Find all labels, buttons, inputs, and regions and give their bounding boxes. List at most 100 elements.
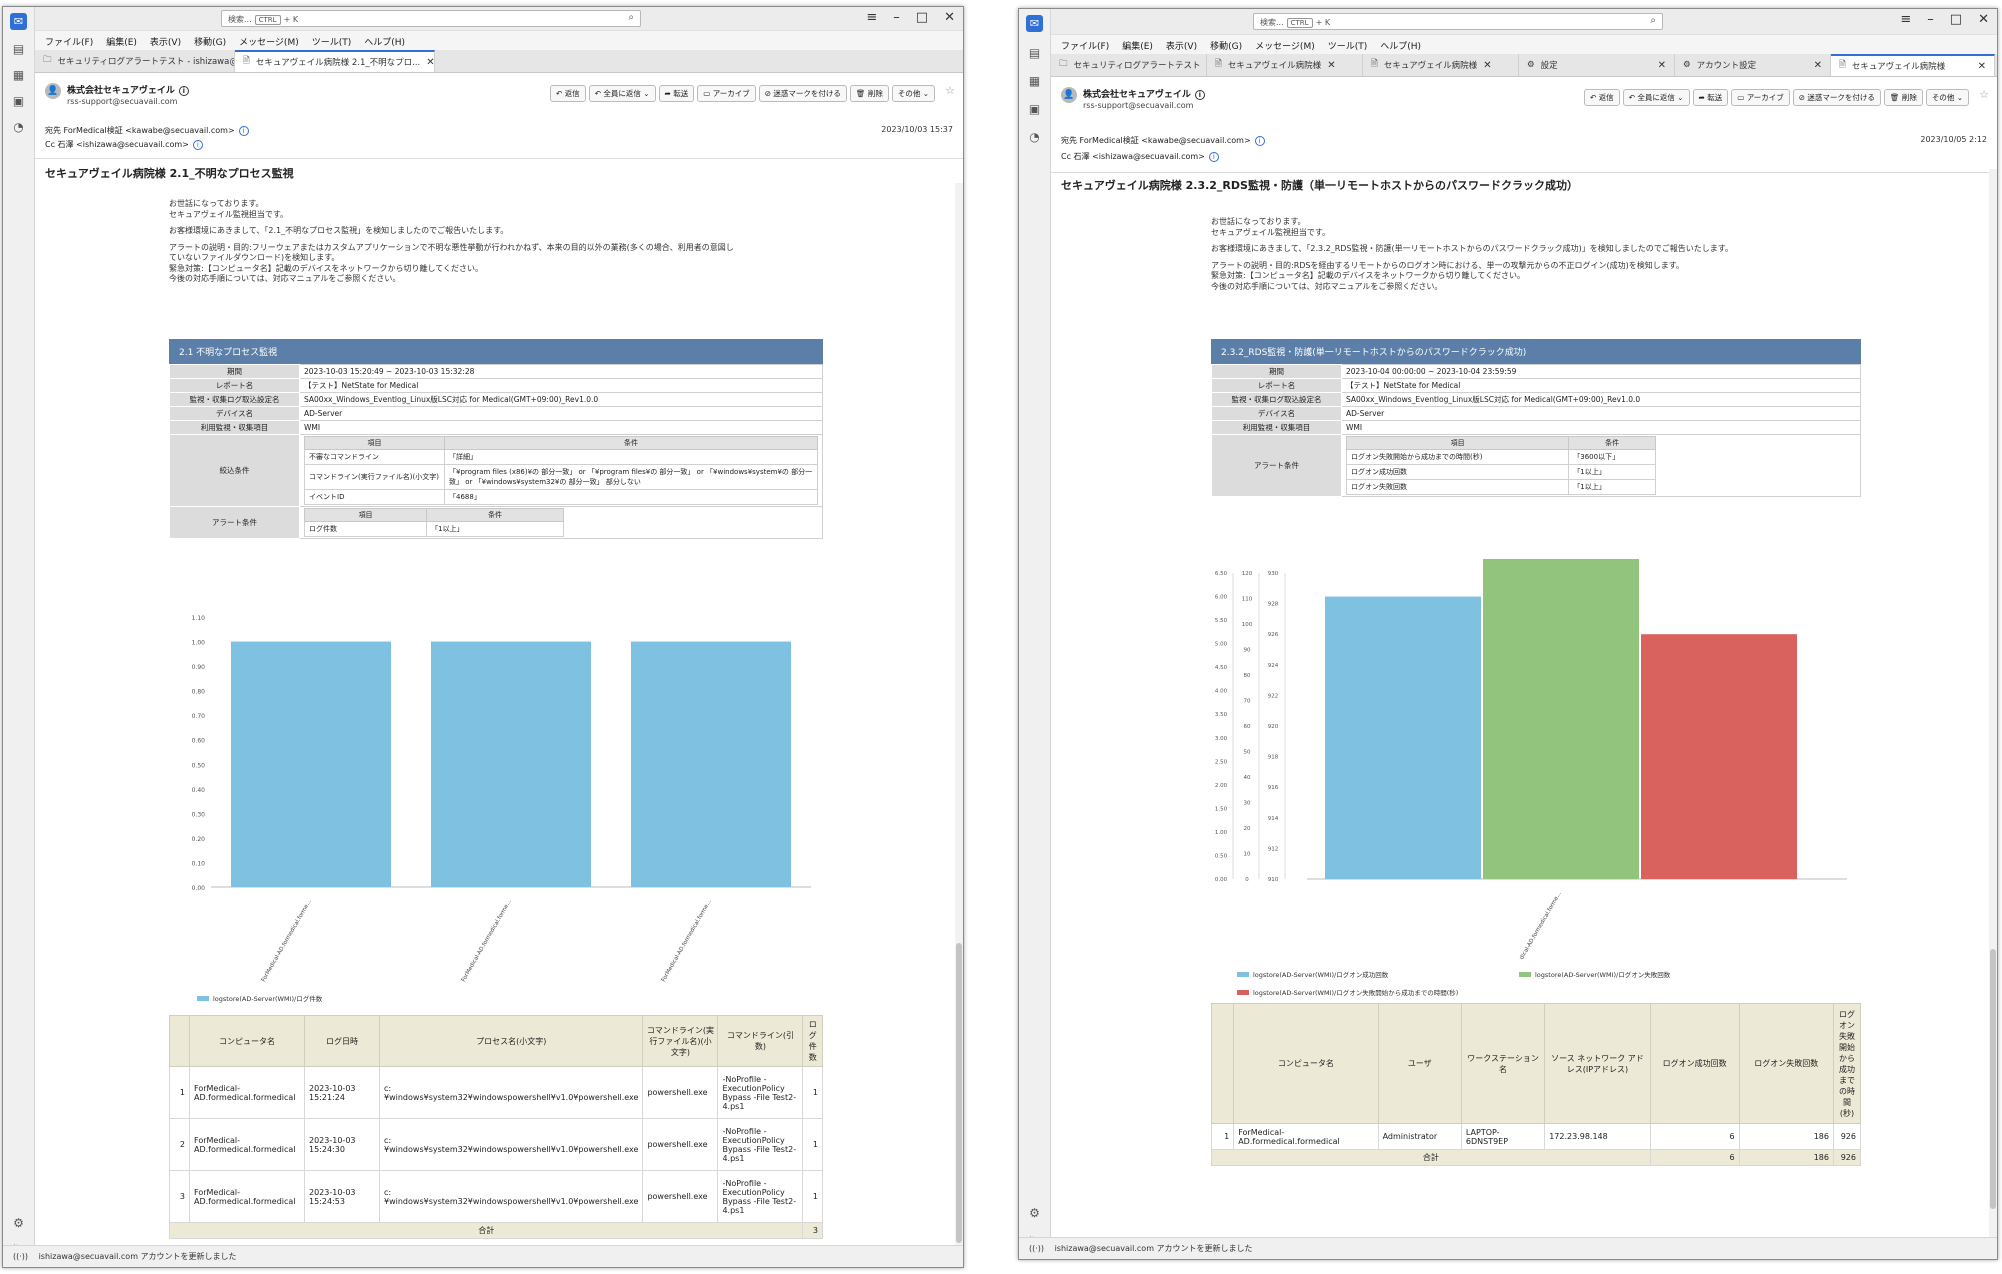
report-key: 期間 — [1211, 364, 1342, 379]
column-header: ログオン失敗回数 — [1738, 1003, 1834, 1124]
sender: 👤 株式会社セキュアヴェイル i rss-support@secuavail.co… — [45, 83, 189, 106]
report-value: WMI — [299, 420, 823, 435]
archive-button[interactable]: ▭ アーカイブ — [1731, 89, 1790, 106]
menu-message[interactable]: メッセージ(M) — [239, 35, 299, 48]
tab-hospital-2[interactable]: 🗎 セキュアヴェイル病院様 ✕ — [1363, 54, 1519, 76]
sender-name[interactable]: 株式会社セキュアヴェイル i — [1083, 87, 1205, 100]
minimize-icon[interactable]: – — [893, 10, 900, 25]
search-input[interactable]: 検索... CTRL + K ⌕ — [1253, 13, 1663, 30]
sender-name[interactable]: 株式会社セキュアヴェイル i — [67, 83, 189, 96]
more-button[interactable]: その他 ⌄ — [1925, 89, 1969, 106]
close-icon[interactable]: ✕ — [1978, 12, 1989, 27]
junk-button[interactable]: ⊘ 迷惑マークを付ける — [1792, 89, 1881, 106]
archive-button[interactable]: ▭ アーカイブ — [697, 85, 756, 102]
menu-edit[interactable]: 編集(E) — [1122, 39, 1153, 52]
calendar-icon[interactable]: ▦ — [10, 67, 27, 84]
info-icon[interactable]: i — [192, 140, 203, 150]
scrollbar[interactable] — [1989, 169, 1997, 1237]
search-icon: ⌕ — [628, 12, 634, 23]
tab-close-icon[interactable]: ✕ — [426, 57, 434, 68]
junk-button[interactable]: ⊘ 迷惑マークを付ける — [758, 85, 847, 102]
body-line: アラートの説明・目的:フリーウェアまたはカスタムアプリケーションで不明な悪性挙動… — [169, 242, 734, 252]
tab-account-settings[interactable]: ⚙ アカウント設定 ✕ — [1675, 54, 1831, 76]
tab-security-log[interactable]: 🗀 セキュリティログアラートテスト — [1051, 54, 1207, 76]
tab-close-icon[interactable]: ✕ — [1978, 61, 1986, 72]
menu-tools[interactable]: ツール(T) — [1328, 39, 1368, 52]
menu-icon[interactable]: ≡ — [1900, 12, 1911, 27]
y-tick-label: 3.50 — [1215, 712, 1228, 718]
condition-item: イベントID — [304, 489, 445, 505]
delete-button[interactable]: 🗑 削除 — [1883, 89, 1923, 106]
condition-value: 「3600以下」 — [1568, 449, 1656, 465]
menu-help[interactable]: ヘルプ(H) — [1380, 39, 1421, 52]
menu-view[interactable]: 表示(V) — [150, 35, 181, 48]
menu-message[interactable]: メッセージ(M) — [1255, 39, 1315, 52]
tasks-icon[interactable]: ▣ — [10, 93, 27, 110]
menu-tools[interactable]: ツール(T) — [312, 35, 352, 48]
reply-all-button[interactable]: ↶ 全員に返信 ⌄ — [1622, 89, 1690, 106]
scrollbar-thumb[interactable] — [956, 943, 962, 1243]
tab-security-log[interactable]: 🗀 セキュリティログアラートテスト - ishizawa@... — [35, 50, 235, 72]
menu-file[interactable]: ファイル(F) — [45, 35, 93, 48]
menu-edit[interactable]: 編集(E) — [106, 35, 137, 48]
search-input[interactable]: 検索... CTRL + K ⌕ — [221, 10, 641, 27]
tab-hospital-2-1[interactable]: 🗎 セキュアヴェイル病院様 2.1_不明なプロ... ✕ — [235, 50, 435, 72]
address-book-icon[interactable]: ▤ — [10, 41, 27, 58]
message-date: 2023/10/05 2:12 — [1920, 135, 1987, 144]
settings-gear-icon[interactable]: ⚙ — [1026, 1205, 1043, 1222]
info-icon[interactable]: i — [178, 86, 189, 96]
chat-icon[interactable]: ◔ — [1026, 129, 1043, 146]
y-tick-label: 918 — [1268, 755, 1279, 761]
side-rail: ✉ ▤ ▦ ▣ ◔ ⚙ ⇤ — [3, 7, 35, 1254]
y-tick-label: 0 — [1245, 877, 1249, 883]
tab-close-icon[interactable]: ✕ — [1658, 60, 1666, 71]
settings-gear-icon[interactable]: ⚙ — [10, 1215, 27, 1232]
menu-go[interactable]: 移動(G) — [194, 35, 226, 48]
info-icon[interactable]: i — [1254, 136, 1265, 146]
menu-go[interactable]: 移動(G) — [1210, 39, 1242, 52]
tab-hospital-active[interactable]: 🗎 セキュアヴェイル病院様 ✕ — [1831, 54, 1995, 76]
menu-file[interactable]: ファイル(F) — [1061, 39, 1109, 52]
forward-button[interactable]: ➦ 転送 — [1692, 89, 1729, 106]
mail-app-icon[interactable]: ✉ — [10, 13, 27, 30]
chat-icon[interactable]: ◔ — [10, 119, 27, 136]
menu-view[interactable]: 表示(V) — [1166, 39, 1197, 52]
forward-button[interactable]: ➦ 転送 — [658, 85, 695, 102]
table-cell: 926 — [1832, 1123, 1862, 1150]
y-tick-label: 4.50 — [1215, 665, 1228, 671]
mail-window-right: ✉ ▤ ▦ ▣ ◔ ⚙ ⇤ 検索...CTRL+ K ⌕ ≡ – □ ✕ ファイ… — [1018, 8, 1998, 1260]
maximize-icon[interactable]: □ — [1950, 12, 1962, 27]
menu-icon[interactable]: ≡ — [866, 10, 877, 25]
star-icon[interactable]: ☆ — [1979, 88, 1989, 101]
tab-settings[interactable]: ⚙ 設定 ✕ — [1519, 54, 1675, 76]
table-cell: 2023-10-03 15:21:24 — [304, 1066, 380, 1119]
y-tick-label: 2.00 — [1215, 783, 1228, 789]
delete-button[interactable]: 🗑 削除 — [849, 85, 889, 102]
scrollbar[interactable] — [955, 183, 963, 1245]
reply-button[interactable]: ↶ 返信 — [550, 85, 586, 102]
star-icon[interactable]: ☆ — [945, 84, 955, 97]
info-icon[interactable]: i — [1208, 152, 1219, 162]
maximize-icon[interactable]: □ — [916, 10, 928, 25]
title-bar: 検索... CTRL + K ⌕ ≡ – □ ✕ — [1051, 9, 1997, 35]
body-line: セキュアヴェイル監視担当です。 — [169, 209, 289, 219]
tab-hospital-1[interactable]: 🗎 セキュアヴェイル病院様 ✕ — [1207, 54, 1363, 76]
tasks-icon[interactable]: ▣ — [1026, 101, 1043, 118]
close-icon[interactable]: ✕ — [944, 10, 955, 25]
table-cell: 3 — [169, 1170, 190, 1223]
address-book-icon[interactable]: ▤ — [1026, 45, 1043, 62]
mail-app-icon[interactable]: ✉ — [1026, 15, 1043, 32]
tab-close-icon[interactable]: ✕ — [1327, 60, 1335, 71]
reply-all-button[interactable]: ↶ 全員に返信 ⌄ — [588, 85, 656, 102]
reply-button[interactable]: ↶ 返信 — [1584, 89, 1620, 106]
condition-row: コマンドライン(実行ファイル名)(小文字) 「¥program files (x8… — [304, 464, 818, 490]
menu-help[interactable]: ヘルプ(H) — [364, 35, 405, 48]
more-button[interactable]: その他 ⌄ — [891, 85, 935, 102]
scrollbar-thumb[interactable] — [1990, 949, 1996, 1209]
info-icon[interactable]: i — [1194, 90, 1205, 100]
info-icon[interactable]: i — [238, 126, 249, 136]
minimize-icon[interactable]: – — [1927, 12, 1934, 27]
tab-close-icon[interactable]: ✕ — [1814, 60, 1822, 71]
calendar-icon[interactable]: ▦ — [1026, 73, 1043, 90]
tab-close-icon[interactable]: ✕ — [1483, 60, 1491, 71]
